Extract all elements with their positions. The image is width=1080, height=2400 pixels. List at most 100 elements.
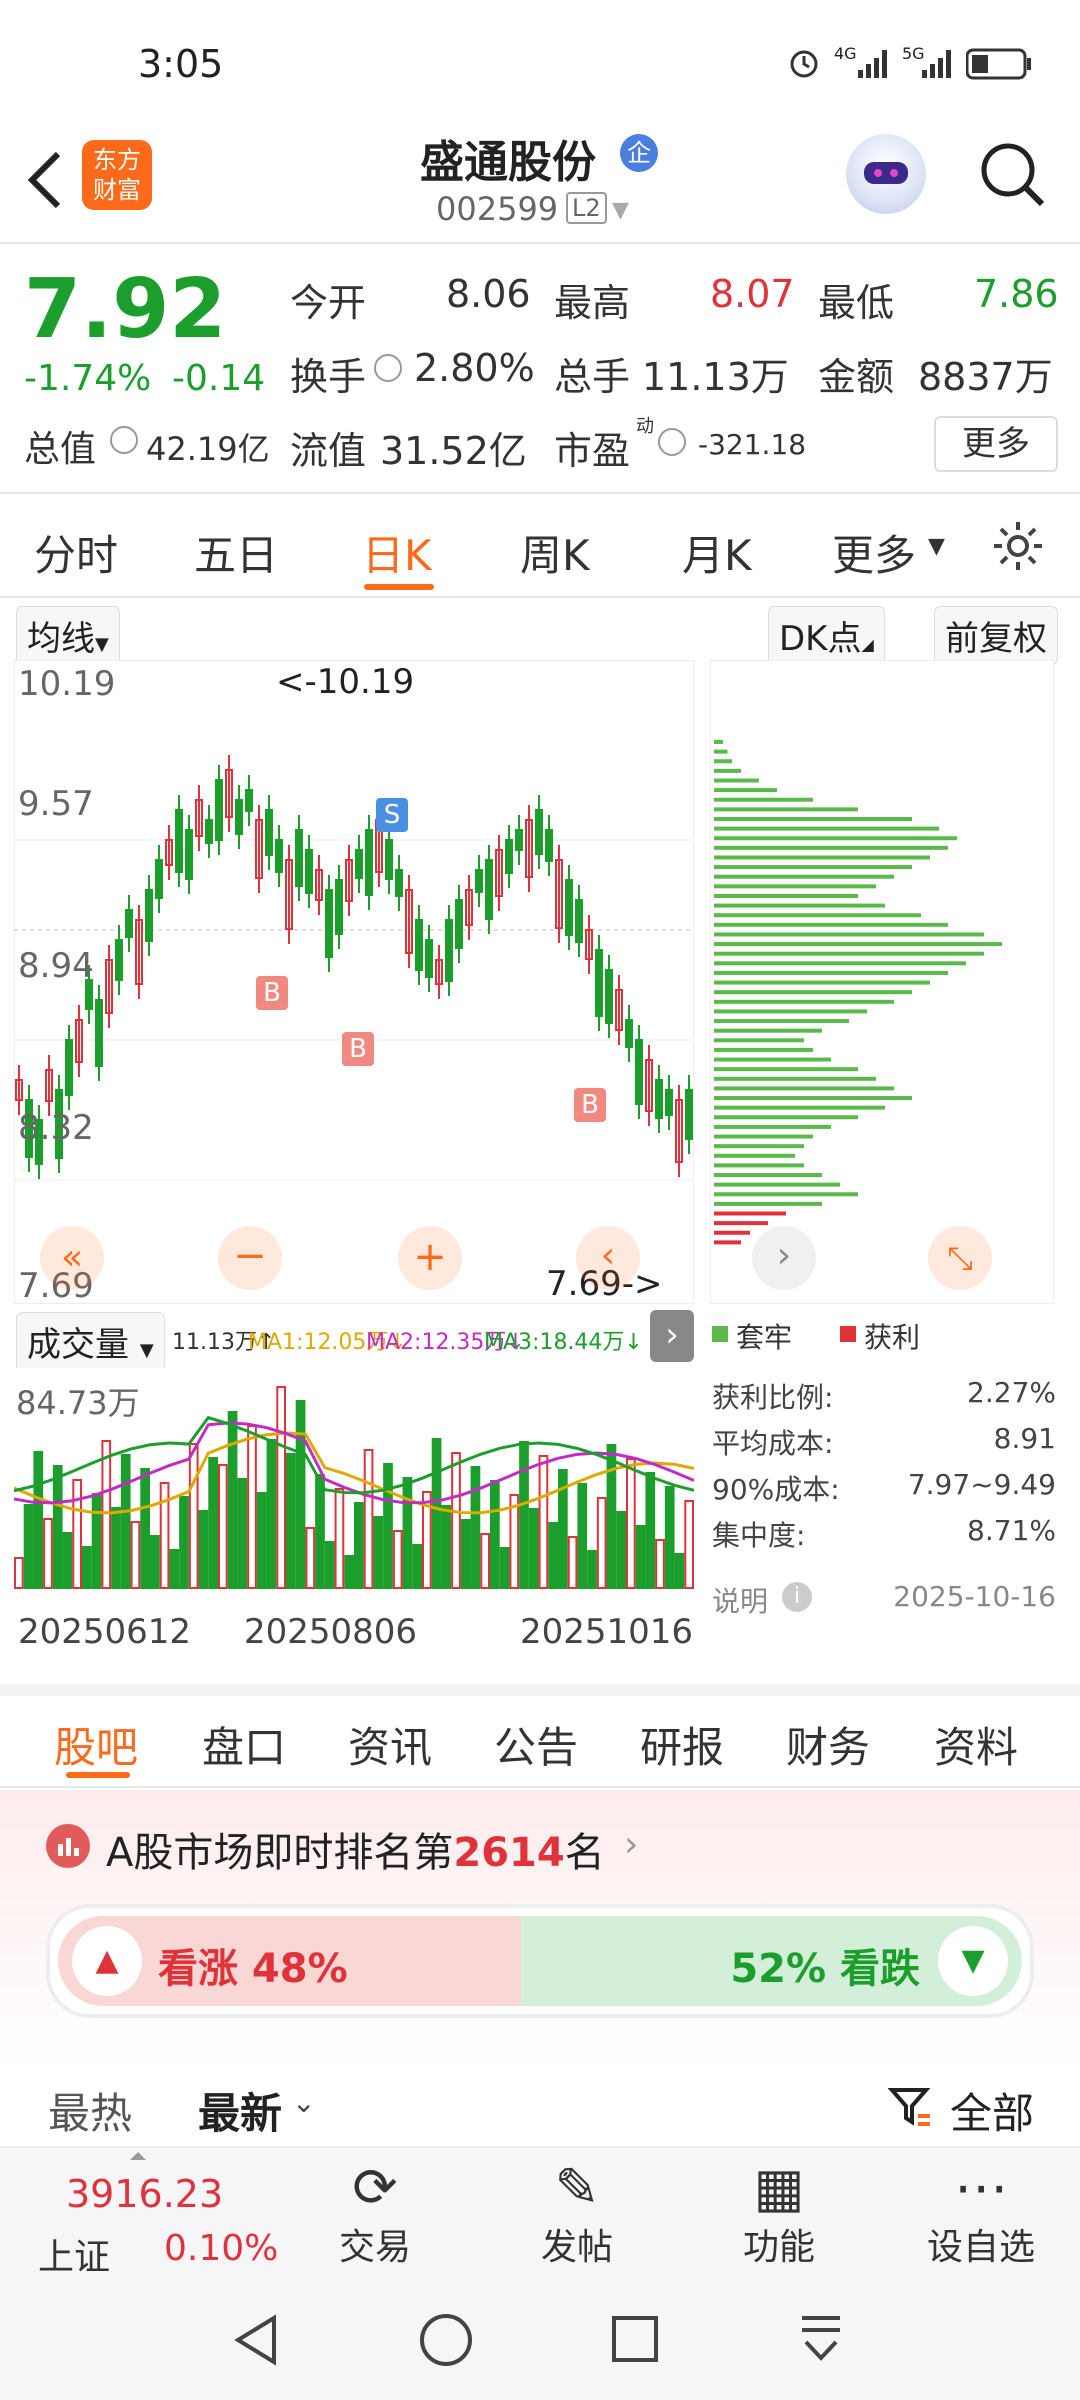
tab-more[interactable]: 更多 <box>832 522 916 583</box>
trade-yen-icon: ⟳ <box>352 2156 398 2219</box>
chip-bar <box>714 836 957 841</box>
filter-funnel-icon[interactable] <box>887 2084 932 2132</box>
settings-gear-icon[interactable] <box>990 518 1046 578</box>
grid-icon: ▦ <box>753 2156 805 2219</box>
system-home-icon[interactable] <box>418 2312 474 2372</box>
chip-bar <box>714 1144 804 1149</box>
expand-arrow-icon[interactable]: › <box>650 1310 694 1362</box>
info-dots-icon[interactable] <box>110 426 138 454</box>
info-tabs-divider <box>0 1786 1080 1788</box>
explain-label[interactable]: 说明 <box>712 1580 768 1620</box>
quote-panel: 7.92 -1.74% -0.14 总值 42.19亿 今开 8.06 最高 8… <box>0 250 1080 490</box>
index-up-indicator-icon <box>130 2152 146 2160</box>
info-dots-icon-3[interactable] <box>658 428 686 456</box>
market-cap-value: 42.19亿 <box>146 430 270 468</box>
expand-icon[interactable]: ⤡ <box>928 1226 992 1290</box>
chip-bar <box>714 807 858 812</box>
chip-bar <box>714 1201 822 1206</box>
robot-assistant-icon[interactable] <box>846 134 926 214</box>
volume-bar <box>33 1451 44 1589</box>
index-value[interactable]: 3916.23 <box>66 2172 223 2216</box>
nav-trade[interactable]: ⟳ 交易 <box>300 2158 450 2270</box>
sell-marker[interactable]: S <box>376 798 408 832</box>
volume-dropdown[interactable]: 成交量 ▼ <box>16 1312 165 1371</box>
system-drawer-icon[interactable] <box>796 2312 846 2372</box>
volume-bar <box>295 1400 306 1589</box>
index-name[interactable]: 上证 <box>38 2228 110 2280</box>
tab-announcements[interactable]: 公告 <box>494 1714 578 1775</box>
float-value: 31.52亿 <box>380 429 527 473</box>
tab-daily-k[interactable]: 日K <box>362 522 432 583</box>
volume-bar <box>23 1504 34 1589</box>
last-price: 7.92 <box>24 262 227 357</box>
filter-all[interactable]: 全部 <box>950 2080 1034 2141</box>
tab-news[interactable]: 资讯 <box>348 1714 432 1775</box>
tabs-divider <box>0 596 1080 598</box>
tab-research[interactable]: 研报 <box>640 1714 724 1775</box>
buy-marker-2[interactable]: B <box>342 1032 374 1066</box>
chip-bar <box>714 1173 822 1178</box>
chip-bar <box>714 1230 750 1235</box>
chip-bar <box>714 980 930 985</box>
more-quote-button[interactable]: 更多 <box>934 416 1058 472</box>
volume-bar <box>596 1497 607 1589</box>
tab-five-day[interactable]: 五日 <box>194 522 278 583</box>
bearish-arrow-icon[interactable]: ▼ <box>938 1926 1008 1996</box>
chevron-down-icon[interactable]: ▼ <box>612 198 629 223</box>
max-price-note: <-10.19 <box>276 662 415 702</box>
nav-post[interactable]: ✎ 发帖 <box>502 2158 652 2270</box>
kline-chart[interactable] <box>14 660 694 1304</box>
info-tabs: 股吧 盘口 资讯 公告 研报 财务 资料 <box>0 1700 1080 1786</box>
back-icon[interactable] <box>22 148 66 216</box>
dk-points-button[interactable]: DK点◢ <box>768 606 885 665</box>
chip-bar <box>714 826 939 831</box>
buy-marker-3[interactable]: B <box>574 1088 606 1122</box>
chip-bar <box>714 797 813 802</box>
nav-functions[interactable]: ▦ 功能 <box>704 2158 854 2270</box>
info-dots-icon-2[interactable] <box>374 354 402 382</box>
more-caret-icon[interactable]: ▼ <box>928 534 945 559</box>
volume-bar <box>247 1425 257 1589</box>
info-icon[interactable]: i <box>782 1582 812 1612</box>
volume-bar <box>227 1411 238 1589</box>
chip-bar <box>714 1096 912 1101</box>
active-tab-indicator <box>364 584 434 590</box>
scroll-left-icon[interactable]: « <box>40 1226 104 1290</box>
chip-bar <box>714 1076 876 1081</box>
bullish-arrow-icon[interactable]: ▲ <box>72 1926 142 1996</box>
tab-intraday[interactable]: 分时 <box>34 522 118 583</box>
volume-bar <box>460 1519 471 1589</box>
ranking-chevron-icon[interactable]: › <box>624 1824 638 1865</box>
volume-bar <box>334 1488 345 1589</box>
level-badge[interactable]: L2 <box>566 192 607 224</box>
volume-bar <box>528 1508 539 1589</box>
zoom-out-icon[interactable]: − <box>218 1226 282 1290</box>
tab-profile[interactable]: 资料 <box>934 1714 1018 1775</box>
system-back-icon[interactable] <box>230 2312 280 2372</box>
volume-bar <box>616 1511 626 1589</box>
tab-weekly-k[interactable]: 周K <box>520 522 590 583</box>
volume-bar <box>499 1547 510 1589</box>
tab-forum[interactable]: 股吧 <box>54 1714 138 1775</box>
filter-new-chevron-icon[interactable]: ⌄ <box>292 2086 315 2119</box>
zoom-in-icon[interactable]: + <box>398 1226 462 1290</box>
chip-bar <box>714 1009 867 1014</box>
chip-bar <box>714 1163 804 1168</box>
more-circle-icon: ⋯ <box>954 2156 1008 2219</box>
search-icon[interactable] <box>976 138 1048 214</box>
tab-finance[interactable]: 财务 <box>786 1714 870 1775</box>
adjust-button[interactable]: 前复权 <box>934 606 1058 665</box>
prev-icon[interactable]: ‹ <box>576 1226 640 1290</box>
nav-watchlist[interactable]: ⋯ 设自选 <box>906 2158 1056 2270</box>
ma-dropdown[interactable]: 均线▼ <box>16 606 120 665</box>
ranking-text[interactable]: A股市场即时排名第2614名 <box>106 1820 605 1878</box>
filter-new[interactable]: 最新 <box>198 2080 282 2141</box>
volume-bar <box>626 1458 636 1589</box>
tab-monthly-k[interactable]: 月K <box>682 522 752 583</box>
pe-label: 市盈 <box>554 429 631 473</box>
buy-marker-1[interactable]: B <box>256 976 288 1010</box>
system-recents-icon[interactable] <box>610 2314 660 2368</box>
tab-orderbook[interactable]: 盘口 <box>202 1714 286 1775</box>
chip-next-icon[interactable]: › <box>752 1226 816 1290</box>
filter-hot[interactable]: 最热 <box>48 2080 132 2141</box>
